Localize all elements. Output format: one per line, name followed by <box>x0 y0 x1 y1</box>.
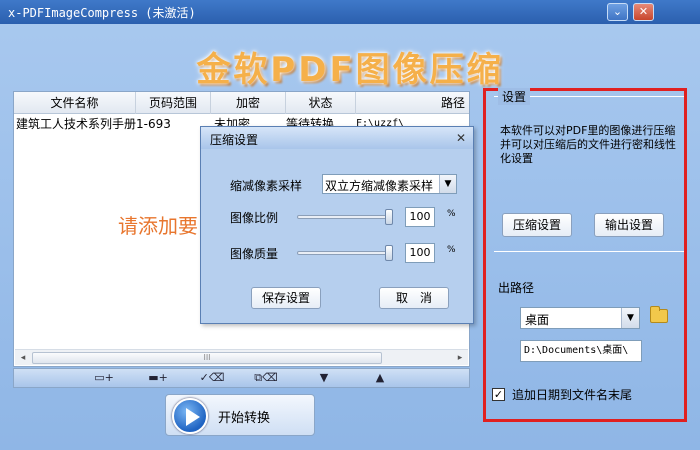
settings-panel: 设置 本软件可以对PDF里的图像进行压缩并可以对压缩后的文件进行密和线性化设置 … <box>480 85 687 425</box>
move-down-icon[interactable]: ▼ <box>304 370 344 386</box>
scale-label: 图像比例 <box>230 211 279 225</box>
app-banner: 金软PDF图像压缩 <box>196 50 504 90</box>
column-header-pages[interactable]: 页码范围 <box>136 92 211 114</box>
resample-value: 双立方缩减像素采样 <box>325 179 434 193</box>
empty-hint: 请添加要 <box>118 214 198 238</box>
section-divider <box>494 251 684 252</box>
append-date-checkbox[interactable]: ✓ <box>492 388 505 401</box>
dialog-title-bar[interactable]: 压缩设置 ✕ <box>201 127 473 149</box>
start-convert-label: 开始转换 <box>218 411 271 426</box>
scroll-thumb[interactable]: III <box>32 352 382 364</box>
output-settings-button[interactable]: 输出设置 <box>594 213 664 237</box>
minimize-button[interactable]: ⌄ <box>607 3 628 21</box>
chevron-down-icon[interactable]: ▼ <box>439 175 456 193</box>
file-toolbar: ▭+ ▬+ ✓⌫ ⧉⌫ ▼ ▲ <box>13 368 470 388</box>
cancel-button[interactable]: 取 消 <box>379 287 449 309</box>
quality-slider[interactable] <box>297 245 393 261</box>
clear-all-icon[interactable]: ⧉⌫ <box>246 370 286 386</box>
scroll-left-icon[interactable]: ◂ <box>15 350 31 366</box>
scale-input[interactable]: 100 <box>405 207 435 227</box>
output-location-select[interactable]: 桌面 ▼ <box>520 307 640 329</box>
add-file-icon[interactable]: ▭+ <box>84 370 124 386</box>
column-header-status[interactable]: 状态 <box>286 92 356 114</box>
resample-select[interactable]: 双立方缩减像素采样 ▼ <box>322 174 457 194</box>
quality-input[interactable]: 100 <box>405 243 435 263</box>
close-button[interactable]: ✕ <box>633 3 654 21</box>
scale-slider-handle[interactable] <box>385 209 393 225</box>
folder-icon[interactable] <box>650 306 668 323</box>
compress-settings-button[interactable]: 压缩设置 <box>502 213 572 237</box>
add-folder-icon[interactable]: ▬+ <box>138 370 178 386</box>
remove-selected-icon[interactable]: ✓⌫ <box>192 370 232 386</box>
append-date-label[interactable]: 追加日期到文件名末尾 <box>512 386 632 403</box>
title-bar: x-PDFImageCompress (未激活) ⌄ ✕ <box>0 0 700 24</box>
save-settings-button[interactable]: 保存设置 <box>251 287 321 309</box>
column-header-path[interactable]: 路径 <box>356 92 469 114</box>
window-title: x-PDFImageCompress (未激活) <box>8 6 196 20</box>
table-header: 文件名称 页码范围 加密 状态 路径 <box>14 92 469 114</box>
start-convert-button[interactable]: 开始转换 <box>165 394 315 436</box>
settings-description: 本软件可以对PDF里的图像进行压缩并可以对压缩后的文件进行密和线性化设置 <box>500 124 676 165</box>
close-icon[interactable]: ✕ <box>453 130 469 146</box>
column-header-encrypt[interactable]: 加密 <box>211 92 286 114</box>
scroll-right-icon[interactable]: ▸ <box>452 350 468 366</box>
scale-slider[interactable] <box>297 209 393 225</box>
compress-settings-dialog: 压缩设置 ✕ 缩减像素采样 双立方缩减像素采样 ▼ 图像比例 100 % 图像质… <box>200 126 474 324</box>
output-location-value: 桌面 <box>525 313 550 327</box>
output-path-field[interactable]: D:\Documents\桌面\ <box>520 340 642 362</box>
scale-percent-sign: % <box>447 209 456 219</box>
column-header-name[interactable]: 文件名称 <box>14 92 136 114</box>
chevron-down-icon[interactable]: ▼ <box>621 308 639 328</box>
quality-slider-handle[interactable] <box>385 245 393 261</box>
resample-label: 缩减像素采样 <box>230 179 303 193</box>
move-up-icon[interactable]: ▲ <box>360 370 400 386</box>
quality-percent-sign: % <box>447 245 456 255</box>
settings-group-title: 设置 <box>498 88 531 105</box>
horizontal-scrollbar[interactable]: ◂ III ▸ <box>15 349 468 365</box>
play-icon <box>172 398 208 434</box>
dialog-title: 压缩设置 <box>210 133 259 147</box>
output-path-label: 出路径 <box>498 281 535 295</box>
quality-label: 图像质量 <box>230 247 279 261</box>
